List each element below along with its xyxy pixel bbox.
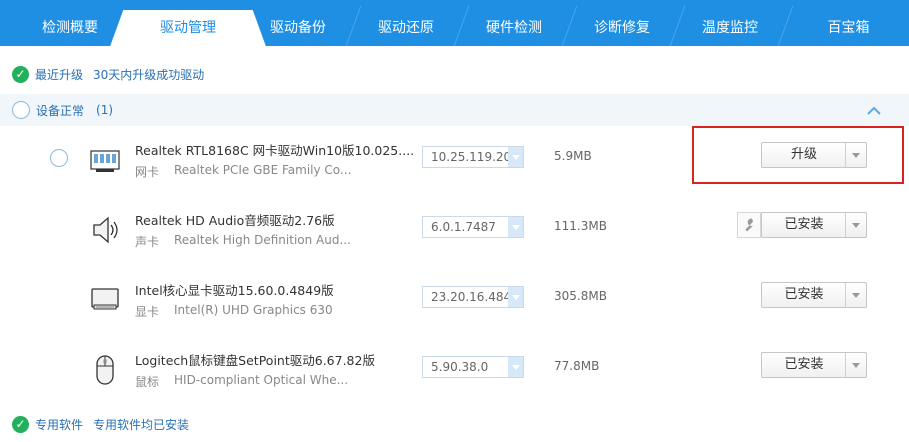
tab-overview[interactable]: 检测概要 <box>0 0 140 46</box>
tab-driver-management[interactable]: 驱动管理 <box>126 0 250 46</box>
tab-diagnose-repair[interactable]: 诊断修复 <box>572 0 672 46</box>
device-name: Logitech鼠标键盘SetPoint驱动6.67.82版 <box>135 353 375 368</box>
driver-size: 111.3MB <box>554 219 607 233</box>
wrench-icon[interactable] <box>737 212 761 238</box>
action-label: 已安装 <box>784 287 824 302</box>
speaker-icon <box>93 216 118 244</box>
version-select[interactable]: 6.0.1.7487 <box>422 216 524 238</box>
recent-upgrade-line: ✓ 最近升级 30天内升级成功驱动 <box>12 65 204 83</box>
device-name: Realtek HD Audio音频驱动2.76版 <box>135 213 335 228</box>
action-label: 已安装 <box>784 217 824 232</box>
version-value: 6.0.1.7487 <box>431 220 496 234</box>
device-row: Logitech鼠标键盘SetPoint驱动6.67.82版 鼠标 HID-co… <box>0 336 909 406</box>
tab-hardware-check[interactable]: 硬件检测 <box>464 0 564 46</box>
device-name: Realtek RTL8168C 网卡驱动Win10版10.025.... <box>135 143 415 158</box>
action-label: 已安装 <box>784 357 824 372</box>
tab-temperature[interactable]: 温度监控 <box>680 0 780 46</box>
chevron-down-icon <box>508 147 523 167</box>
check-icon: ✓ <box>12 415 29 433</box>
version-value: 10.25.119.20 <box>431 150 512 164</box>
device-row: Realtek HD Audio音频驱动2.76版 声卡 Realtek Hig… <box>0 196 909 266</box>
device-type: 显卡 <box>135 305 160 319</box>
device-row: Intel核心显卡驱动15.60.0.4849版 显卡 Intel(R) UHD… <box>0 266 909 336</box>
group-count: (1) <box>96 103 114 117</box>
highlight-box <box>692 126 904 184</box>
driver-management-panel: ✓ 最近升级 30天内升级成功驱动 设备正常 (1) Realtek RTL81… <box>0 46 909 442</box>
installed-button[interactable]: 已安装 <box>761 282 867 308</box>
driver-size: 5.9MB <box>554 149 592 163</box>
action-dropdown-chevron-icon[interactable] <box>845 353 866 377</box>
check-icon: ✓ <box>12 65 29 83</box>
monitor-icon <box>91 288 119 310</box>
device-model: HID-compliant Optical Whe... <box>174 373 349 387</box>
mouse-icon <box>96 355 114 385</box>
dedicated-software-note[interactable]: 专用软件均已安装 <box>93 416 189 433</box>
group-header: 设备正常 (1) <box>0 94 909 126</box>
chevron-down-icon <box>508 357 523 377</box>
tab-driver-backup[interactable]: 驱动备份 <box>250 0 346 46</box>
action-dropdown-chevron-icon[interactable] <box>845 213 866 237</box>
version-value: 23.20.16.484 <box>431 290 512 304</box>
driver-size: 305.8MB <box>554 289 607 303</box>
recent-upgrade-label[interactable]: 最近升级 <box>35 66 83 83</box>
select-all-radio[interactable] <box>12 101 30 119</box>
version-select[interactable]: 23.20.16.484 <box>422 286 524 308</box>
device-model: Realtek PCIe GBE Family Co... <box>174 163 352 177</box>
device-select-radio[interactable] <box>50 149 68 167</box>
device-name: Intel核心显卡驱动15.60.0.4849版 <box>135 283 334 298</box>
group-title: 设备正常 <box>36 103 85 118</box>
device-model: Intel(R) UHD Graphics 630 <box>174 303 333 317</box>
chevron-down-icon <box>508 217 523 237</box>
device-type: 网卡 <box>135 165 160 179</box>
driver-size: 77.8MB <box>554 359 600 373</box>
tab-toolbox[interactable]: 百宝箱 <box>788 0 909 46</box>
dedicated-software-label[interactable]: 专用软件 <box>35 416 83 433</box>
device-type: 鼠标 <box>135 375 160 389</box>
chevron-up-icon[interactable] <box>867 104 881 118</box>
installed-button[interactable]: 已安装 <box>761 212 867 238</box>
tab-driver-restore[interactable]: 驱动还原 <box>356 0 456 46</box>
version-value: 5.90.38.0 <box>431 360 489 374</box>
device-type: 声卡 <box>135 235 160 249</box>
tab-bar: 检测概要 驱动管理 驱动备份 驱动还原 硬件检测 诊断修复 温度监控 百宝箱 <box>0 0 909 46</box>
version-select[interactable]: 5.90.38.0 <box>422 356 524 378</box>
dedicated-software-line: ✓ 专用软件 专用软件均已安装 <box>12 415 189 433</box>
recent-upgrade-note[interactable]: 30天内升级成功驱动 <box>93 66 204 83</box>
version-select[interactable]: 10.25.119.20 <box>422 146 524 168</box>
device-model: Realtek High Definition Aud... <box>174 233 351 247</box>
installed-button[interactable]: 已安装 <box>761 352 867 378</box>
chevron-down-icon <box>508 287 523 307</box>
network-card-icon <box>90 150 120 172</box>
action-dropdown-chevron-icon[interactable] <box>845 283 866 307</box>
